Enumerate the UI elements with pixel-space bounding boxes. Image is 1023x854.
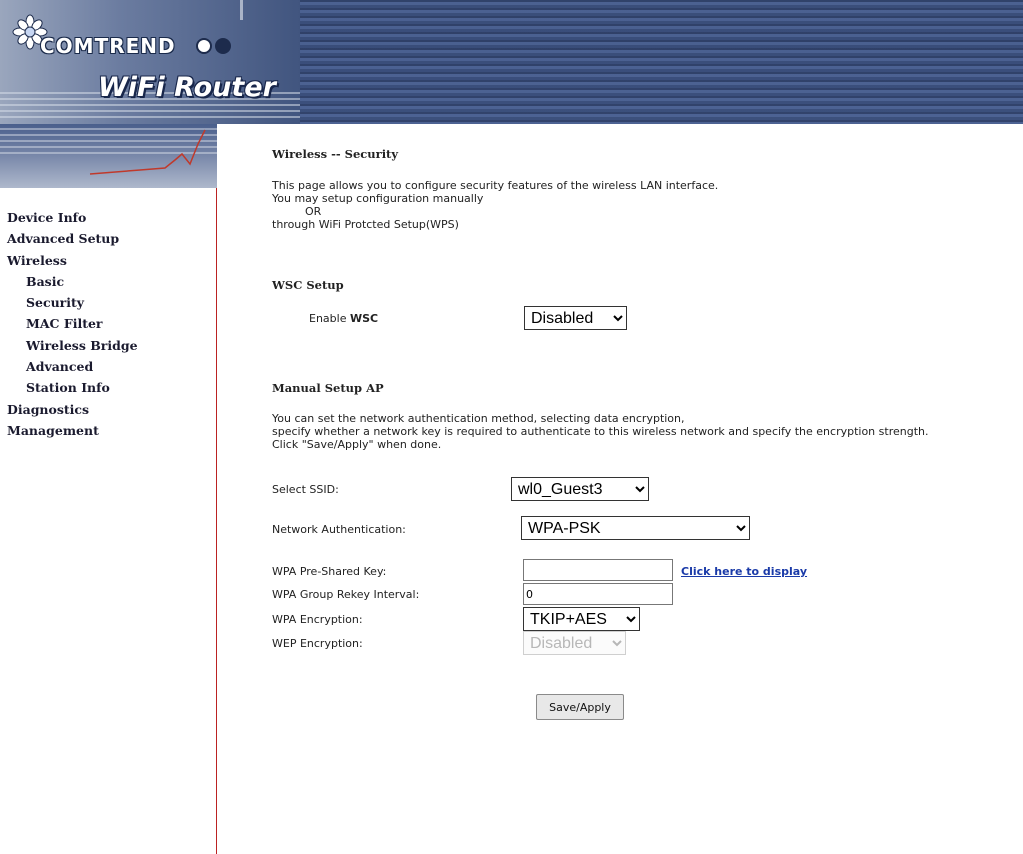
content-panel-corner xyxy=(217,124,1023,144)
sidebar-item-device-info[interactable]: Device Info xyxy=(0,207,216,228)
psk-input[interactable] xyxy=(523,559,673,581)
sidebar-item-wireless[interactable]: Wireless xyxy=(0,250,216,271)
intro-line-2: You may setup configuration manually xyxy=(272,192,484,205)
header-banner: COMTREND WiFi Router xyxy=(0,0,1023,124)
sidebar-nav: Device Info Advanced Setup Wireless Basi… xyxy=(0,188,216,441)
manual-desc-3: Click "Save/Apply" when done. xyxy=(272,438,442,451)
psk-label: WPA Pre-Shared Key: xyxy=(272,565,387,578)
intro-line-1: This page allows you to configure securi… xyxy=(272,179,719,192)
sidebar-item-security[interactable]: Security xyxy=(0,292,216,313)
intro-line-4: through WiFi Protcted Setup(WPS) xyxy=(272,218,459,231)
wpa-encryption-label: WPA Encryption: xyxy=(272,613,363,626)
sidebar-item-station-info[interactable]: Station Info xyxy=(0,377,216,398)
sidebar: Device Info Advanced Setup Wireless Basi… xyxy=(0,188,217,854)
enable-wsc-label-prefix: Enable xyxy=(309,312,350,325)
manual-setup-heading: Manual Setup AP xyxy=(272,381,384,395)
header-lines xyxy=(300,0,1023,124)
manual-desc-1: You can set the network authentication m… xyxy=(272,412,685,425)
wep-encryption-label: WEP Encryption: xyxy=(272,637,363,650)
sidebar-item-diagnostics[interactable]: Diagnostics xyxy=(0,399,216,420)
enable-wsc-select[interactable]: Disabled xyxy=(524,306,627,330)
signal-graph-icon xyxy=(89,129,206,175)
intro-line-or: OR xyxy=(305,205,322,218)
sidebar-item-advanced-setup[interactable]: Advanced Setup xyxy=(0,228,216,249)
page-title: Wireless -- Security xyxy=(272,147,399,161)
auth-select[interactable]: WPA-PSK xyxy=(521,516,750,540)
product-name: WiFi Router xyxy=(98,72,276,103)
enable-wsc-label: Enable WSC xyxy=(309,312,378,325)
auth-label: Network Authentication: xyxy=(272,523,406,536)
wpa-encryption-select[interactable]: TKIP+AES xyxy=(523,607,640,631)
enable-wsc-label-strong: WSC xyxy=(349,312,379,325)
sidebar-item-mac-filter[interactable]: MAC Filter xyxy=(0,313,216,334)
save-apply-button[interactable]: Save/Apply xyxy=(536,694,624,720)
wsc-heading: WSC Setup xyxy=(272,278,344,292)
wep-encryption-select[interactable]: Disabled xyxy=(523,631,626,655)
brand-dots-icon xyxy=(196,38,234,57)
sidebar-item-management[interactable]: Management xyxy=(0,420,216,441)
sidebar-item-advanced[interactable]: Advanced xyxy=(0,356,216,377)
sidebar-item-wireless-bridge[interactable]: Wireless Bridge xyxy=(0,335,216,356)
rekey-input[interactable] xyxy=(523,583,673,605)
rekey-label: WPA Group Rekey Interval: xyxy=(272,588,420,601)
ssid-select[interactable]: wl0_Guest3 xyxy=(511,477,649,501)
manual-desc-2: specify whether a network key is require… xyxy=(272,425,929,438)
show-psk-link[interactable]: Click here to display xyxy=(681,565,807,578)
sidebar-art xyxy=(0,124,217,188)
brand-name: COMTREND xyxy=(40,34,176,58)
header-divider xyxy=(240,0,243,20)
ssid-label: Select SSID: xyxy=(272,483,339,496)
sidebar-item-basic[interactable]: Basic xyxy=(0,271,216,292)
